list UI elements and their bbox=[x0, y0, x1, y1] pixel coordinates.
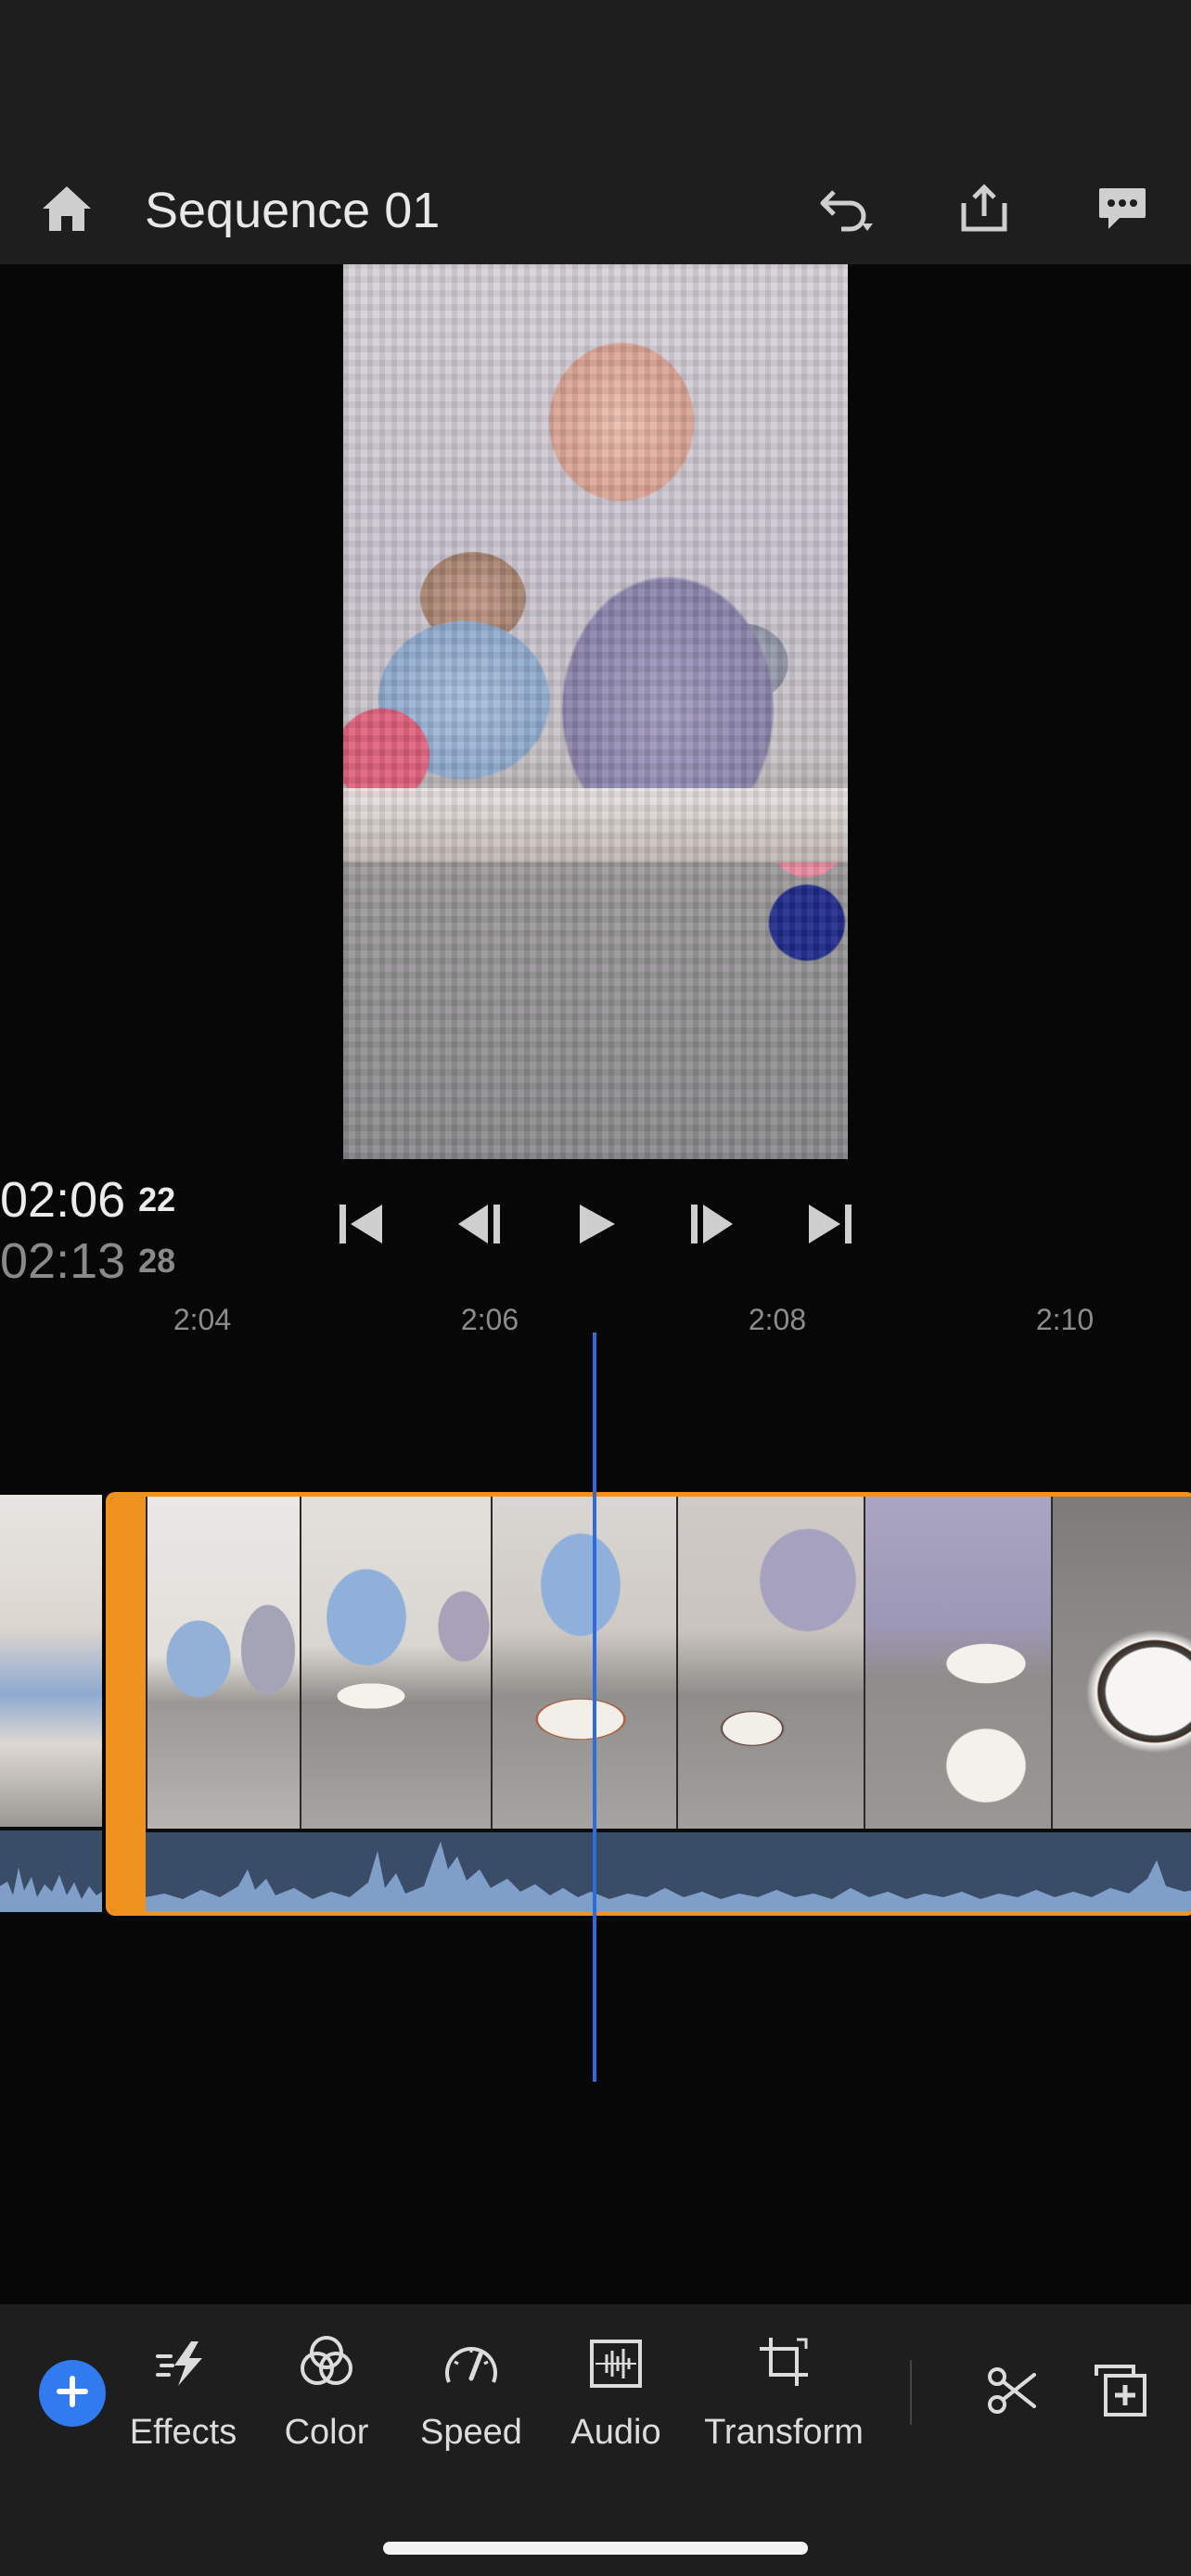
undo-icon bbox=[815, 183, 877, 239]
clip-trim-handle[interactable] bbox=[110, 1497, 146, 1911]
clip-thumbnail bbox=[146, 1497, 300, 1829]
plus-icon bbox=[54, 2373, 91, 2415]
skip-to-start-icon bbox=[336, 1201, 388, 1252]
clip-thumbnail bbox=[0, 1495, 102, 1827]
duplicate-icon bbox=[1093, 2363, 1148, 2423]
home-icon bbox=[39, 183, 95, 239]
audio-icon bbox=[588, 2338, 644, 2394]
transform-icon bbox=[756, 2334, 812, 2394]
ruler-label: 2:10 bbox=[1035, 1303, 1095, 1336]
tool-label: Transform bbox=[704, 2413, 864, 2452]
share-icon bbox=[958, 183, 1010, 239]
current-frames: 22 bbox=[138, 1180, 176, 1218]
home-button[interactable] bbox=[22, 158, 111, 264]
step-forward-icon bbox=[686, 1201, 738, 1252]
video-editor-screen: Sequence 01 02:06 22 02:13 28 2:04 2:06 … bbox=[0, 0, 1191, 2576]
current-timecode: 02:06 22 bbox=[0, 1175, 175, 1225]
timeline-clip-previous[interactable] bbox=[0, 1495, 102, 1912]
clip-thumbnail bbox=[300, 1497, 491, 1829]
clip-thumbnails bbox=[146, 1497, 1191, 1829]
current-time: 02:06 bbox=[0, 1172, 126, 1228]
split-icon bbox=[982, 2362, 1040, 2424]
total-time: 02:13 bbox=[0, 1233, 126, 1289]
play-button[interactable] bbox=[561, 1192, 630, 1260]
speed-icon bbox=[442, 2338, 501, 2394]
color-tool[interactable]: Color bbox=[280, 2327, 373, 2467]
ruler-label: 2:04 bbox=[173, 1303, 232, 1336]
toolbar-divider bbox=[910, 2360, 912, 2425]
audio-waveform bbox=[0, 1830, 102, 1912]
skip-to-end-icon bbox=[803, 1201, 855, 1252]
duplicate-button[interactable] bbox=[1085, 2357, 1156, 2428]
audio-waveform bbox=[146, 1832, 1191, 1911]
timeline-clip-selected[interactable] bbox=[106, 1492, 1191, 1916]
preview-counter-region bbox=[343, 788, 848, 862]
skip-to-start-button[interactable] bbox=[327, 1192, 396, 1260]
step-forward-button[interactable] bbox=[678, 1192, 747, 1260]
home-indicator[interactable] bbox=[383, 2542, 808, 2555]
feedback-icon bbox=[1095, 183, 1149, 239]
clip-thumbnail bbox=[491, 1497, 676, 1829]
audio-tool[interactable]: Audio bbox=[568, 2327, 664, 2467]
step-back-icon bbox=[453, 1201, 505, 1252]
share-button[interactable] bbox=[940, 158, 1029, 264]
color-icon bbox=[298, 2332, 355, 2394]
clip-thumbnail bbox=[1051, 1497, 1191, 1829]
skip-to-end-button[interactable] bbox=[795, 1192, 864, 1260]
transform-tool[interactable]: Transform bbox=[703, 2327, 864, 2467]
tool-label: Color bbox=[284, 2413, 369, 2452]
split-button[interactable] bbox=[976, 2357, 1046, 2428]
add-media-button[interactable] bbox=[39, 2360, 106, 2427]
play-icon bbox=[572, 1201, 619, 1252]
clip-thumbnail bbox=[864, 1497, 1051, 1829]
clip-thumbnail bbox=[676, 1497, 864, 1829]
sequence-title[interactable]: Sequence 01 bbox=[145, 158, 440, 264]
step-back-button[interactable] bbox=[444, 1192, 513, 1260]
ruler-label: 2:08 bbox=[748, 1303, 807, 1336]
video-preview[interactable] bbox=[343, 264, 848, 1159]
effects-icon bbox=[154, 2338, 213, 2394]
ruler-label: 2:06 bbox=[460, 1303, 519, 1336]
effects-tool[interactable]: Effects bbox=[130, 2327, 237, 2467]
total-duration: 02:13 28 bbox=[0, 1236, 175, 1286]
playhead[interactable] bbox=[593, 1333, 596, 2082]
total-frames: 28 bbox=[138, 1242, 176, 1280]
undo-button[interactable] bbox=[801, 158, 890, 264]
tool-label: Effects bbox=[129, 2413, 237, 2452]
header-bar: Sequence 01 bbox=[0, 158, 1191, 264]
speed-tool[interactable]: Speed bbox=[418, 2327, 524, 2467]
tool-label: Speed bbox=[420, 2413, 522, 2452]
status-bar-area bbox=[0, 0, 1191, 158]
feedback-button[interactable] bbox=[1078, 158, 1167, 264]
tool-label: Audio bbox=[570, 2413, 661, 2452]
